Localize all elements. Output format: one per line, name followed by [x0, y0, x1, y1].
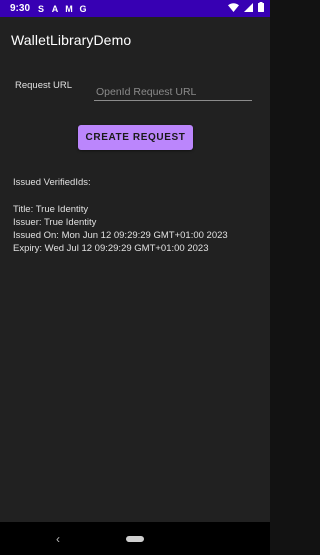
- signal-icon: [244, 2, 253, 15]
- main-content: Request URL CREATE REQUEST Issued Verifi…: [0, 62, 270, 522]
- notification-icons: S A M G: [36, 4, 88, 14]
- request-url-label: Request URL: [15, 80, 73, 91]
- status-bar: 9:30 S A M G: [0, 0, 270, 17]
- wifi-icon: [228, 2, 239, 15]
- g-notification-icon: G: [79, 3, 87, 14]
- app-title: WalletLibraryDemo: [11, 31, 132, 48]
- m-notification-icon: M: [65, 3, 73, 14]
- battery-icon: [258, 2, 264, 15]
- request-url-input[interactable]: [94, 83, 252, 101]
- back-icon[interactable]: ‹: [56, 532, 60, 546]
- a-notification-icon: A: [51, 3, 59, 14]
- create-request-button[interactable]: CREATE REQUEST: [78, 125, 193, 150]
- verified-id-expiry: Expiry: Wed Jul 12 09:29:29 GMT+01:00 20…: [13, 243, 209, 254]
- verified-id-issuer: Issuer: True Identity: [13, 217, 97, 228]
- home-pill-icon[interactable]: [126, 535, 144, 542]
- navigation-bar: ‹: [0, 522, 270, 555]
- s-notification-icon: S: [38, 3, 45, 14]
- app-screen: 9:30 S A M G WalletLibraryDemo Request U…: [0, 0, 270, 555]
- system-icons: [228, 2, 264, 15]
- status-time: 9:30: [10, 3, 31, 14]
- app-bar: WalletLibraryDemo: [0, 17, 270, 62]
- verified-id-title: Title: True Identity: [13, 204, 89, 215]
- issued-verified-ids-header: Issued VerifiedIds:: [13, 177, 91, 188]
- verified-id-details: Title: True Identity Issuer: True Identi…: [13, 203, 228, 255]
- verified-id-issued-on: Issued On: Mon Jun 12 09:29:29 GMT+01:00…: [13, 230, 228, 241]
